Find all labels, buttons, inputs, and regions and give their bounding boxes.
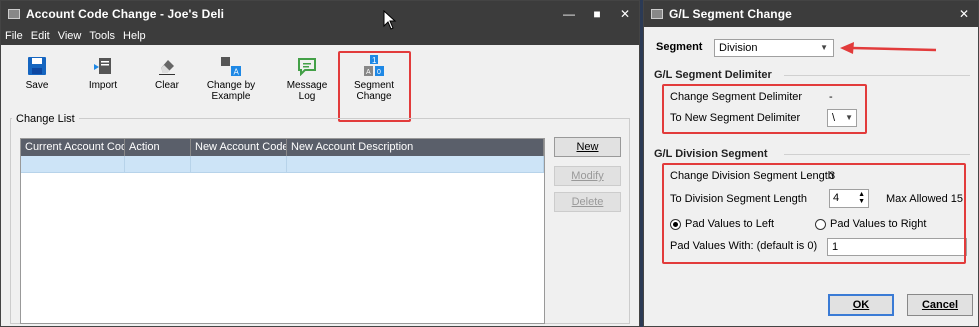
import-label: Import (88, 80, 118, 91)
menu-help[interactable]: Help (123, 30, 146, 42)
change-list-table[interactable]: Current Account Code Action New Account … (20, 138, 545, 324)
highlight-arrow-icon (840, 42, 937, 54)
col-new-account-code[interactable]: New Account Code (191, 139, 287, 156)
ok-button[interactable]: OK (828, 294, 894, 316)
change-by-example-button[interactable]: A Change by Example (201, 51, 261, 102)
division-highlight (662, 163, 966, 264)
chevron-down-icon: ▼ (820, 43, 828, 52)
delimiter-divider (784, 75, 970, 76)
floppy-disk-icon (26, 55, 48, 77)
menu-bar: File Edit View Tools Help (1, 27, 639, 45)
svg-text:A: A (234, 68, 240, 77)
import-button[interactable]: Import (73, 51, 133, 91)
dialog-app-icon (651, 9, 663, 19)
save-button[interactable]: Save (7, 51, 67, 91)
clear-label: Clear (155, 80, 179, 91)
segment-select[interactable]: Division ▼ (714, 39, 834, 57)
app-icon (8, 9, 20, 19)
change-by-example-label: Change by Example (206, 80, 256, 102)
eraser-icon (156, 55, 178, 77)
dialog-titlebar: G/L Segment Change ✕ (644, 1, 978, 27)
new-button[interactable]: New (554, 137, 621, 157)
message-log-label: Message Log (286, 80, 328, 102)
segment-label: Segment (656, 41, 703, 53)
menu-tools[interactable]: Tools (89, 30, 115, 42)
import-icon (92, 55, 114, 77)
menu-edit[interactable]: Edit (31, 30, 50, 42)
segment-change-highlight (338, 51, 411, 122)
cancel-button[interactable]: Cancel (907, 294, 973, 316)
dialog-close-icon[interactable]: ✕ (950, 1, 978, 27)
clear-button[interactable]: Clear (137, 51, 197, 91)
toolbar: Save Import Clear A Change by Example Me… (1, 45, 639, 117)
mouse-cursor-icon (383, 10, 397, 30)
division-divider (784, 154, 970, 155)
change-list-label: Change List (12, 113, 79, 125)
modify-button[interactable]: Modify (554, 166, 621, 186)
col-new-account-description[interactable]: New Account Description (287, 139, 544, 156)
menu-view[interactable]: View (58, 30, 82, 42)
message-log-button[interactable]: Message Log (277, 51, 337, 102)
menu-file[interactable]: File (5, 30, 23, 42)
delete-button[interactable]: Delete (554, 192, 621, 212)
minimize-icon[interactable]: — (555, 1, 583, 27)
message-icon (296, 55, 318, 77)
window-title: Account Code Change - Joe's Deli (26, 7, 225, 21)
table-header: Current Account Code Action New Account … (21, 139, 544, 156)
col-current-account-code[interactable]: Current Account Code (21, 139, 125, 156)
maximize-icon[interactable]: ■ (583, 1, 611, 27)
delimiter-highlight (662, 84, 867, 134)
close-icon[interactable]: ✕ (611, 1, 639, 27)
table-row[interactable] (21, 156, 544, 173)
dialog-title: G/L Segment Change (669, 7, 792, 21)
save-label: Save (25, 80, 49, 91)
left-titlebar: Account Code Change - Joe's Deli — ■ ✕ (1, 1, 639, 27)
delimiter-section-title: G/L Segment Delimiter (654, 69, 772, 81)
change-by-example-icon: A (220, 55, 242, 77)
col-action[interactable]: Action (125, 139, 191, 156)
division-section-title: G/L Division Segment (654, 148, 768, 160)
segment-select-value: Division (719, 42, 758, 54)
